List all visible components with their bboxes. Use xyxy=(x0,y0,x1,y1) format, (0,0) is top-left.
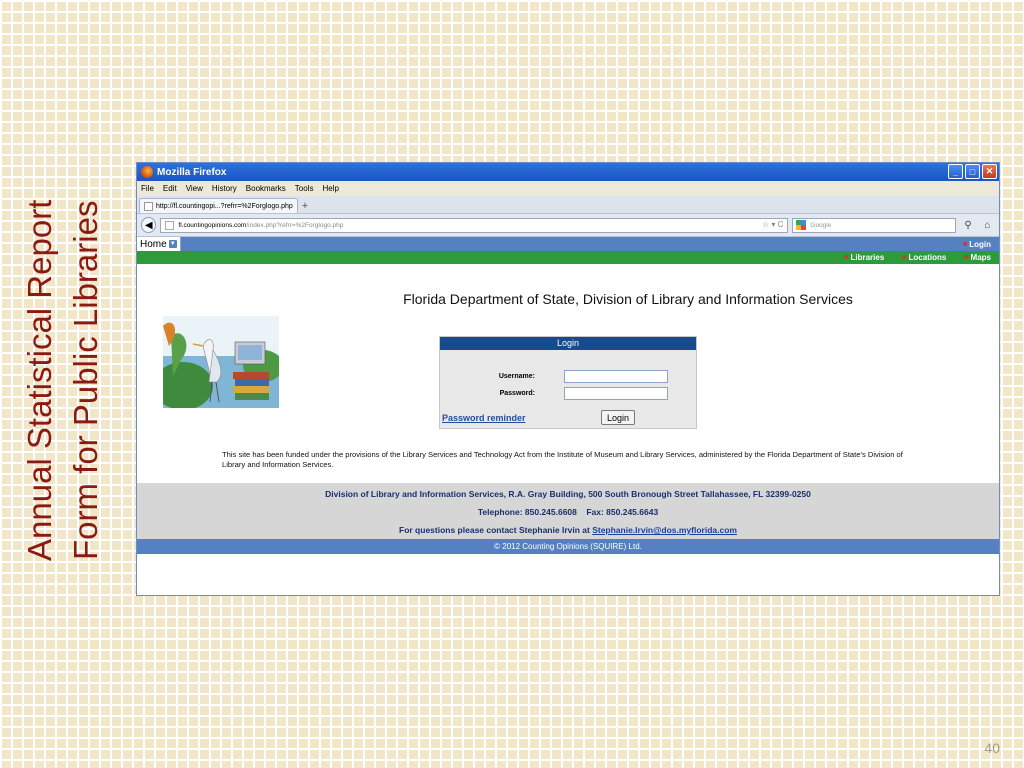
search-magnifier-icon[interactable]: ⚲ xyxy=(960,220,975,231)
site-identity-icon[interactable] xyxy=(165,220,175,230)
menu-bookmarks[interactable]: Bookmarks xyxy=(246,184,286,193)
bookmark-star-reload-icons[interactable]: ☆ ▾ C xyxy=(762,220,783,229)
locations-link-label: Locations xyxy=(908,253,947,262)
slide-title-line-2: Form for Public Libraries xyxy=(67,200,104,560)
close-button[interactable]: ✕ xyxy=(982,164,997,179)
site-secondary-nav: ■ Libraries ■ Locations ■ Maps xyxy=(137,251,999,264)
login-link-label: Login xyxy=(969,239,991,249)
libraries-link-label: Libraries xyxy=(850,253,885,262)
funding-notice: This site has been funded under the prov… xyxy=(222,450,903,469)
slide-title-line-1: Annual Statistical Report xyxy=(21,199,58,561)
minimize-button[interactable]: _ xyxy=(948,164,963,179)
login-link[interactable]: ■ Login xyxy=(963,240,991,249)
password-reminder-link[interactable]: Password reminder xyxy=(442,413,526,423)
site-top-nav: Home ▼ ■ Login xyxy=(137,237,999,251)
maximize-button[interactable]: □ xyxy=(965,164,980,179)
tab-title: http://fl.countingopi...?refrr=%2Forglog… xyxy=(156,202,293,210)
url-path: /index.php?refrr=%2Forglogo.php xyxy=(246,221,344,229)
bullet-icon: ■ xyxy=(902,254,907,261)
home-dropdown[interactable]: Home ▼ xyxy=(137,237,181,251)
browser-tab[interactable]: http://fl.countingopi...?refrr=%2Forglog… xyxy=(139,198,298,213)
username-row: Username: xyxy=(440,370,668,383)
login-form: Login Username: Password: Password remin… xyxy=(439,336,697,429)
navigation-toolbar: ◀ fl.countingopinions.com/index.php?refr… xyxy=(137,214,999,237)
bullet-icon: ■ xyxy=(844,254,849,261)
maps-link-label: Maps xyxy=(970,253,991,262)
menu-help[interactable]: Help xyxy=(322,184,338,193)
search-bar[interactable]: Google xyxy=(792,217,957,233)
username-label: Username: xyxy=(498,373,535,380)
window-titlebar: Mozilla Firefox _ □ ✕ xyxy=(137,163,999,181)
footer-contact-text: For questions please contact Stephanie I… xyxy=(399,525,593,535)
password-input[interactable] xyxy=(564,387,668,400)
window-controls: _ □ ✕ xyxy=(948,164,997,179)
new-tab-button[interactable]: + xyxy=(302,200,308,212)
menu-file[interactable]: File xyxy=(141,184,154,193)
login-form-header: Login xyxy=(440,337,696,350)
url-domain: fl.countingopinions.com xyxy=(178,221,247,229)
tab-bar: http://fl.countingopi...?refrr=%2Forglog… xyxy=(137,196,999,214)
slide-title: Annual Statistical Report Form for Publi… xyxy=(12,160,112,600)
maps-link[interactable]: ■ Maps xyxy=(964,253,991,262)
search-placeholder: Google xyxy=(810,221,832,229)
footer-contact: For questions please contact Stephanie I… xyxy=(137,521,999,539)
copyright-bar: © 2012 Counting Opinions (SQUIRE) Ltd. xyxy=(137,539,999,554)
menu-bar: File Edit View History Bookmarks Tools H… xyxy=(137,181,999,196)
page-favicon-icon xyxy=(144,201,153,211)
browser-window: Mozilla Firefox _ □ ✕ File Edit View His… xyxy=(136,162,1000,596)
window-title: Mozilla Firefox xyxy=(157,166,227,178)
heron-books-illustration xyxy=(163,316,279,408)
google-search-engine-icon[interactable] xyxy=(796,220,807,230)
address-bar[interactable]: fl.countingopinions.com/index.php?refrr=… xyxy=(160,217,789,233)
username-input[interactable] xyxy=(564,370,668,383)
site-footer: Division of Library and Information Serv… xyxy=(137,483,999,539)
footer-phone: Telephone: 850.245.6608 Fax: 850.245.664… xyxy=(477,507,659,517)
libraries-link[interactable]: ■ Libraries xyxy=(844,253,884,262)
firefox-icon xyxy=(141,166,153,178)
bullet-icon: ■ xyxy=(962,240,968,248)
chevron-down-icon: ▼ xyxy=(168,240,177,248)
slide-page-number: 40 xyxy=(984,740,1000,756)
login-button[interactable]: Login xyxy=(601,410,635,425)
menu-view[interactable]: View xyxy=(186,184,203,193)
home-label: Home xyxy=(140,238,167,250)
page-title: Florida Department of State, Division of… xyxy=(403,291,853,307)
password-row: Password: xyxy=(440,387,668,400)
back-arrow-icon[interactable]: ◀ xyxy=(141,217,157,233)
menu-tools[interactable]: Tools xyxy=(295,184,314,193)
footer-address: Division of Library and Information Serv… xyxy=(325,489,811,499)
menu-edit[interactable]: Edit xyxy=(163,184,177,193)
bullet-icon: ■ xyxy=(964,254,969,261)
contact-email-link[interactable]: Stephanie.Irvin@dos.myflorida.com xyxy=(592,525,737,535)
menu-history[interactable]: History xyxy=(212,184,237,193)
home-icon[interactable]: ⌂ xyxy=(980,220,995,231)
password-label: Password: xyxy=(499,390,535,397)
locations-link[interactable]: ■ Locations xyxy=(902,253,946,262)
